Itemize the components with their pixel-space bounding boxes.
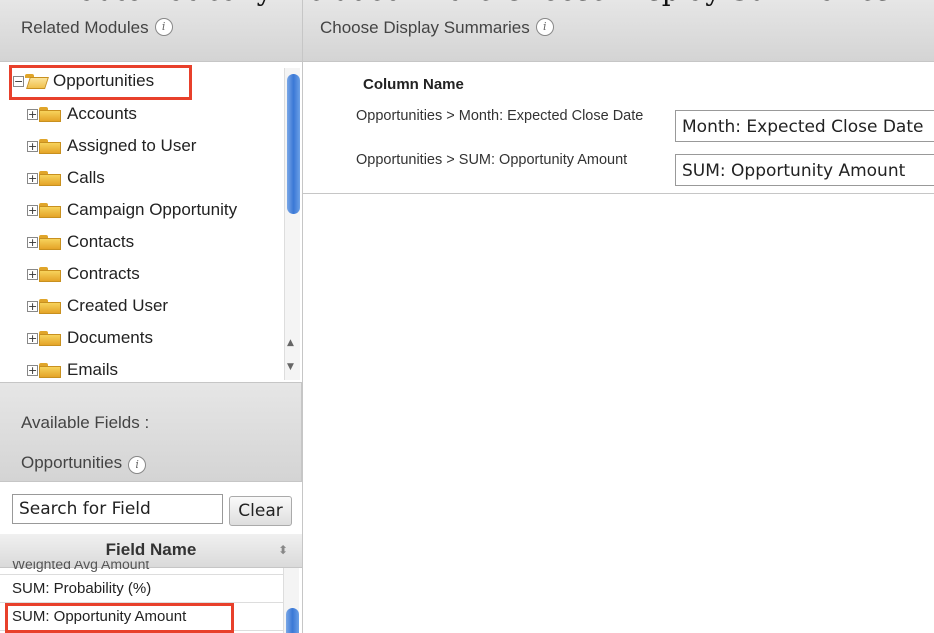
available-fields-title: Available Fields :: [21, 413, 150, 432]
info-icon[interactable]: i: [535, 18, 554, 36]
tree-item-documents[interactable]: + Documents: [27, 323, 153, 353]
related-modules-tree: − Opportunities + Accounts + Assigned to Us…: [0, 62, 303, 382]
folder-icon: [39, 330, 61, 346]
tree-item-label: Created User: [67, 296, 169, 315]
tree-item-created-user[interactable]: + Created User: [27, 291, 168, 321]
expand-icon[interactable]: +: [27, 108, 38, 120]
display-summaries-title: Choose Display Summaries: [320, 18, 530, 37]
tree-scrollbar[interactable]: ▲ ▼: [284, 68, 300, 380]
highlight-box: [5, 603, 234, 633]
field-search-area: Search for Field Clear: [0, 482, 303, 534]
folder-icon: [39, 234, 61, 250]
expand-icon[interactable]: +: [27, 236, 38, 248]
summary-name-input[interactable]: SUM: Opportunity Amount: [675, 154, 934, 186]
tree-item-label: Accounts: [67, 104, 137, 123]
tree-item-label: Contacts: [67, 232, 135, 251]
display-summaries-empty-area: [302, 194, 934, 633]
search-input[interactable]: Search for Field: [12, 494, 223, 524]
tree-item-campaign-opportunity[interactable]: + Campaign Opportunity: [27, 195, 237, 225]
tree-item-label: Campaign Opportunity: [67, 200, 238, 219]
tree-item-label: Emails: [67, 360, 119, 379]
tree-item-contacts[interactable]: + Contacts: [27, 227, 134, 257]
tree-item-label: Calls: [67, 168, 105, 187]
tree-item-emails[interactable]: + Emails: [27, 355, 118, 382]
tree-item-label: Documents: [67, 328, 153, 347]
scroll-thumb[interactable]: [286, 608, 299, 633]
left-column: Related Modules i − Opportunities + Accou…: [0, 0, 303, 633]
available-fields-header: Available Fields : Opportunities i: [0, 382, 302, 482]
folder-icon: [39, 170, 61, 186]
folder-icon: [39, 106, 61, 122]
summary-name-input[interactable]: Month: Expected Close Date: [675, 110, 934, 142]
folder-icon: [39, 138, 61, 154]
field-row[interactable]: SUM: Probability (%): [0, 575, 283, 603]
folder-icon: [39, 202, 61, 218]
expand-icon[interactable]: +: [27, 364, 38, 376]
display-summaries-table: Column Name Opportunities > Month: Expec…: [302, 62, 934, 194]
expand-icon[interactable]: +: [27, 172, 38, 184]
expand-icon[interactable]: +: [27, 300, 38, 312]
column-name-header: Column Name: [363, 76, 464, 93]
scroll-thumb[interactable]: [287, 74, 300, 214]
field-row[interactable]: Weighted Avg Amount: [0, 561, 283, 575]
tree-item-label: Assigned to User: [67, 136, 197, 155]
folder-icon: [39, 298, 61, 314]
right-column: Choose Display Summaries i Column Name O…: [302, 0, 934, 633]
expand-icon[interactable]: +: [27, 332, 38, 344]
field-list: Field Name ⬍ Weighted Avg Amount SUM: Pr…: [0, 534, 303, 633]
summary-row-label: Opportunities > Month: Expected Close Da…: [356, 108, 644, 124]
page-caption: automatically included in the Choose Dis…: [0, 0, 934, 14]
summary-row-label: Opportunities > SUM: Opportunity Amount: [356, 152, 628, 168]
tree-item-contracts[interactable]: + Contracts: [27, 259, 140, 289]
clear-button[interactable]: Clear: [229, 496, 292, 526]
info-icon[interactable]: i: [154, 18, 173, 36]
field-list-scrollbar[interactable]: [283, 568, 299, 633]
folder-icon: [39, 362, 61, 378]
scroll-up-icon[interactable]: ▲: [287, 338, 294, 348]
tree-item-accounts[interactable]: + Accounts: [27, 99, 137, 129]
expand-icon[interactable]: +: [27, 204, 38, 216]
tree-item-calls[interactable]: + Calls: [27, 163, 105, 193]
info-icon[interactable]: i: [128, 456, 147, 474]
highlight-box: [9, 65, 192, 100]
tree-item-assigned-to-user[interactable]: + Assigned to User: [27, 131, 196, 161]
tree-item-label: Contracts: [67, 264, 140, 283]
available-fields-module: Opportunities i: [21, 443, 147, 483]
expand-icon[interactable]: +: [27, 140, 38, 152]
scroll-down-icon[interactable]: ▼: [287, 362, 294, 372]
expand-icon[interactable]: +: [27, 268, 38, 280]
related-modules-title: Related Modules: [21, 18, 149, 37]
folder-icon: [39, 266, 61, 282]
